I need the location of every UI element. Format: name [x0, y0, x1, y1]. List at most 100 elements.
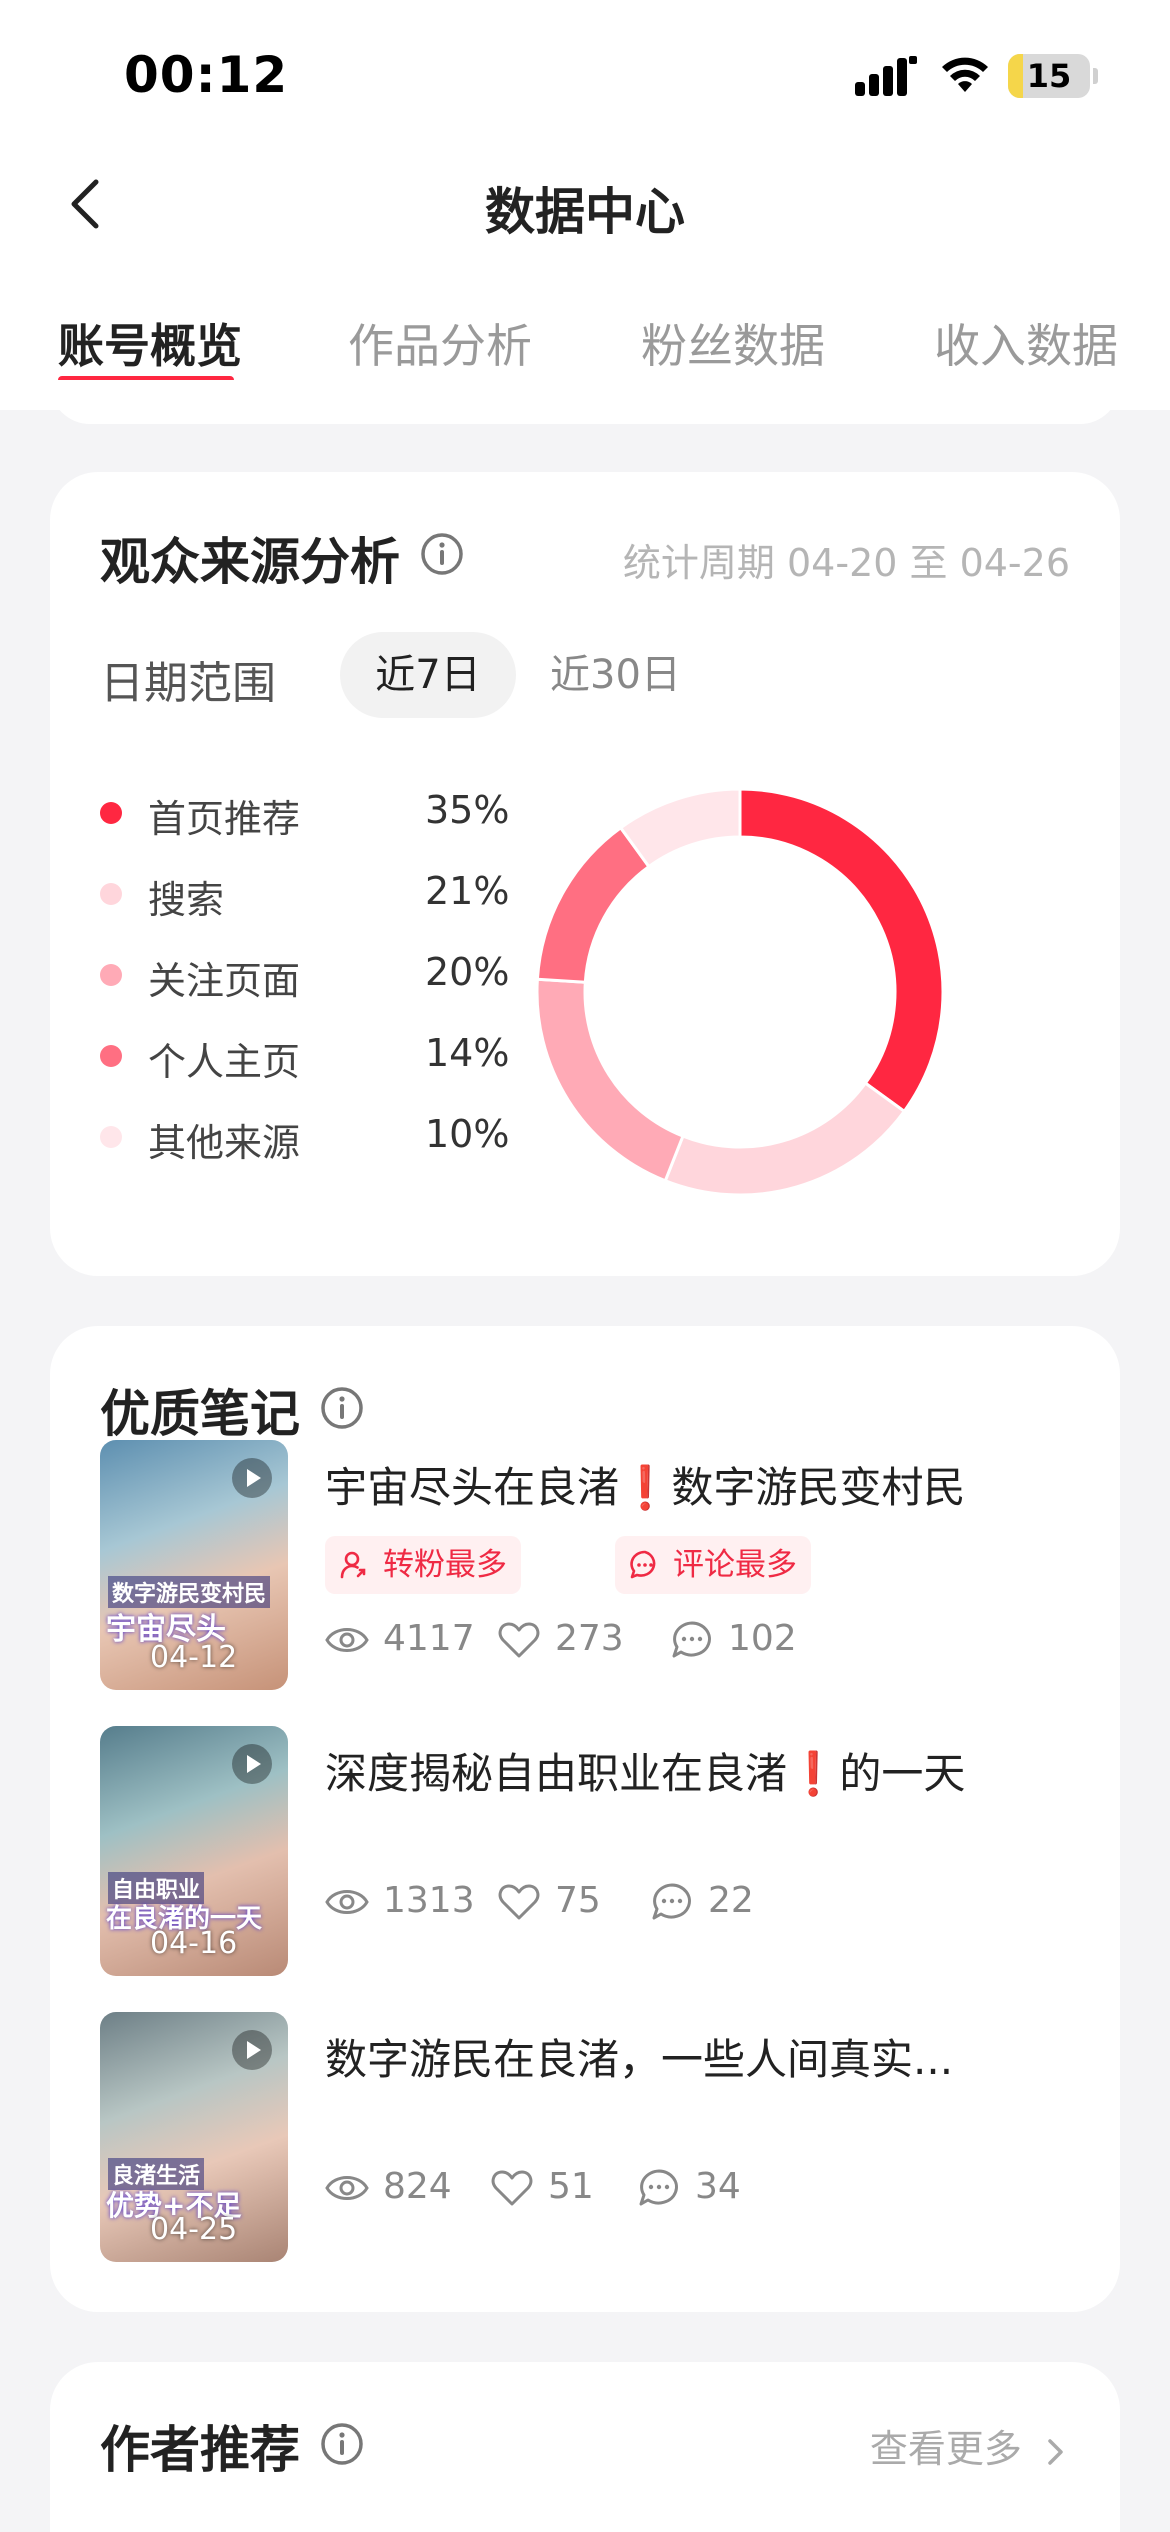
statistics-period: 统计周期 04-20 至 04-26 [622, 541, 1070, 585]
legend-label: 首页推荐 [148, 797, 301, 841]
heart-icon [491, 2170, 533, 2206]
battery-icon: 15 [1008, 54, 1090, 98]
source-legend: 首页推荐 35% 搜索 21% 关注页面 20% 个人主页 14% 其他来源 1… [100, 788, 509, 1193]
badge-most-followers: 转粉最多 [325, 1536, 521, 1594]
note-date: 04-16 [150, 1926, 238, 1961]
user-growth-icon [340, 1551, 366, 1579]
data-center-page: 00:12 15 数据中心 账号概览 作品分析 粉丝数据 收入数据 观众来源分析… [0, 0, 1170, 2532]
battery-level: 15 [1026, 57, 1072, 95]
legend-dot [100, 1045, 122, 1067]
legend-dot [100, 883, 122, 905]
view-more-label: 查看更多 [869, 2427, 1022, 2471]
legend-label: 搜索 [148, 878, 225, 922]
donut-segment [535, 825, 651, 984]
legend-item: 其他来源 10% [100, 1112, 509, 1193]
note-item[interactable]: 良渚生活 优势+不足 04-25 数字游民在良渚，一些人间真实... 824 5… [100, 2012, 1070, 2262]
view-more-link[interactable]: 查看更多 [870, 2418, 1068, 2473]
note-title[interactable]: 数字游民在良渚，一些人间真实... [325, 2026, 953, 2087]
views-count: 4117 [383, 1618, 475, 1659]
previous-card-edge [50, 380, 1120, 424]
legend-item: 搜索 21% [100, 869, 509, 950]
badge-label: 转粉最多 [383, 1547, 507, 1583]
donut-segment [663, 1081, 907, 1197]
note-thumbnail[interactable]: 数字游民变村民 宇宙尽头 04-12 [100, 1440, 288, 1690]
cellular-signal-icon [855, 56, 917, 96]
info-icon[interactable] [420, 532, 464, 576]
note-title[interactable]: 深度揭秘自由职业在良渚❗的一天 [325, 1740, 965, 1801]
legend-label: 个人主页 [148, 1040, 301, 1084]
likes-count: 75 [555, 1880, 601, 1921]
wifi-icon [942, 57, 988, 92]
legend-dot [100, 802, 122, 824]
legend-value: 10% [425, 1112, 510, 1156]
note-title[interactable]: 宇宙尽头在良渚❗数字游民变村民 [325, 1454, 965, 1515]
comments-count: 22 [708, 1880, 754, 1921]
legend-label: 其他来源 [148, 1121, 301, 1165]
legend-value: 14% [425, 1031, 510, 1075]
range-30-days-button[interactable]: 近30日 [550, 632, 681, 718]
badge-most-comments: 评论最多 [615, 1536, 811, 1594]
comments-count: 102 [728, 1618, 797, 1659]
note-title-text: 深度揭秘自由职业在良渚 [325, 1749, 788, 1798]
comment-icon [652, 1883, 691, 1920]
legend-dot [100, 964, 122, 986]
legend-value: 21% [425, 869, 510, 913]
status-time: 00:12 [124, 46, 289, 104]
info-icon[interactable] [320, 1386, 364, 1430]
comment-icon [639, 2169, 678, 2206]
legend-label: 关注页面 [148, 959, 301, 1003]
badge-label: 评论最多 [673, 1547, 797, 1583]
video-play-icon [232, 1744, 272, 1784]
info-icon[interactable] [320, 2422, 364, 2466]
note-item[interactable]: 数字游民变村民 宇宙尽头 04-12 宇宙尽头在良渚❗数字游民变村民 转粉最多 [100, 1440, 1070, 1690]
heart-icon [498, 1622, 540, 1658]
legend-value: 35% [425, 788, 510, 832]
source-donut-chart [535, 787, 945, 1197]
tab-works-analysis[interactable]: 作品分析 [348, 310, 532, 376]
comment-icon [672, 1621, 711, 1658]
comment-icon [630, 1550, 656, 1579]
tab-fans-data[interactable]: 粉丝数据 [641, 310, 825, 376]
battery-tip [1093, 68, 1098, 84]
audience-card-title: 观众来源分析 [100, 533, 400, 591]
note-title-text: 数字游民在良渚，一些人间真实... [325, 2035, 954, 2084]
eye-icon [325, 1628, 369, 1652]
donut-segment [535, 977, 685, 1183]
note-title-text: 的一天 [839, 1749, 966, 1798]
video-play-icon [232, 1458, 272, 1498]
comments-count: 34 [695, 2166, 741, 2207]
note-date: 04-12 [150, 1640, 238, 1675]
eye-icon [325, 2176, 369, 2200]
likes-count: 51 [548, 2166, 594, 2207]
legend-item: 首页推荐 35% [100, 788, 509, 869]
exclamation-mark: ❗ [787, 1749, 840, 1798]
views-count: 824 [383, 2166, 452, 2207]
video-play-icon [232, 2030, 272, 2070]
audience-source-card: 观众来源分析 统计周期 04-20 至 04-26 日期范围 近7日 近30日 … [50, 472, 1120, 1276]
tab-income-data[interactable]: 收入数据 [934, 310, 1118, 376]
page-title: 数据中心 [485, 183, 685, 241]
note-thumbnail[interactable]: 良渚生活 优势+不足 04-25 [100, 2012, 288, 2262]
exclamation-mark: ❗ [619, 1463, 672, 1512]
views-count: 1313 [383, 1880, 475, 1921]
range-7-days-button[interactable]: 近7日 [340, 632, 516, 718]
note-date: 04-25 [150, 2212, 238, 2247]
note-item[interactable]: 自由职业 在良渚的一天 04-16 深度揭秘自由职业在良渚❗的一天 1313 7… [100, 1726, 1070, 1976]
nav-header: 数据中心 [0, 150, 1170, 260]
heart-icon [498, 1884, 540, 1920]
eye-icon [325, 1890, 369, 1914]
tab-account-overview[interactable]: 账号概览 [58, 310, 242, 376]
legend-item: 关注页面 20% [100, 950, 509, 1031]
quality-notes-title: 优质笔记 [100, 1385, 300, 1443]
legend-value: 20% [425, 950, 510, 994]
donut-segment [738, 787, 945, 1114]
note-title-text: 数字游民变村民 [671, 1463, 966, 1512]
likes-count: 273 [555, 1618, 624, 1659]
note-title-text: 宇宙尽头在良渚 [325, 1463, 620, 1512]
quality-notes-card: 优质笔记 数字游民变村民 宇宙尽头 04-12 宇宙尽头在良渚❗数字游民变村民 [50, 1326, 1120, 2312]
author-recommend-title: 作者推荐 [100, 2421, 300, 2479]
legend-item: 个人主页 14% [100, 1031, 509, 1112]
note-thumbnail[interactable]: 自由职业 在良渚的一天 04-16 [100, 1726, 288, 1976]
chevron-right-icon [1048, 2438, 1063, 2465]
status-bar: 00:12 15 [0, 0, 1170, 150]
